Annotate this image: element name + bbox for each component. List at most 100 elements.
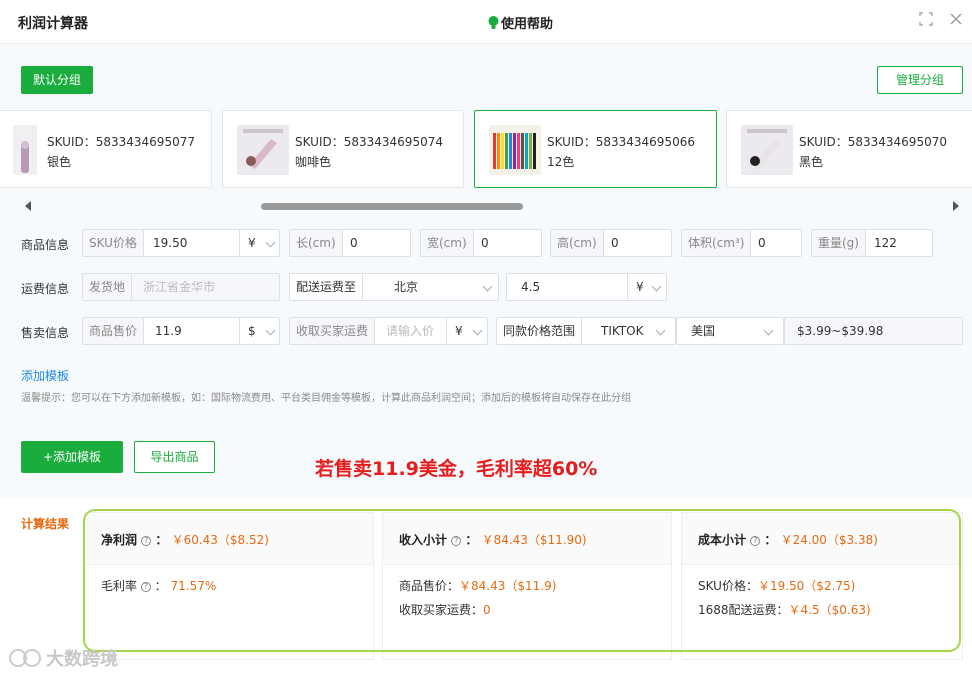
sku-color: 银色 bbox=[47, 155, 72, 169]
tip-text: 温馨提示：您可以在下方添加新模板，如：国际物流费用、平台类目佣金等模板，计算此商… bbox=[21, 393, 631, 404]
destination-value[interactable]: 北京 bbox=[394, 274, 418, 300]
buyer-shipping-input[interactable]: 请输入价 bbox=[386, 318, 434, 344]
sku-card-selected[interactable]: SKUID：5833434695066 12色 bbox=[474, 110, 717, 188]
chevron-down-icon bbox=[482, 281, 493, 292]
sku-color: 黑色 bbox=[799, 155, 824, 169]
help-icon[interactable]: ? bbox=[141, 536, 152, 546]
export-product-button[interactable]: 导出商品 bbox=[134, 441, 215, 473]
shipping-cost-result: ￥4.5（$0.63) bbox=[788, 603, 871, 617]
width-value[interactable]: 0 bbox=[481, 230, 489, 256]
income-card: 收入小计 ? ： ￥84.43（$11.90) 商品售价：￥84.43（$11.… bbox=[382, 512, 672, 660]
origin-value: 浙江省金华市 bbox=[143, 280, 216, 294]
scroll-left-icon[interactable] bbox=[24, 201, 32, 211]
add-template-button[interactable]: +添加模板 bbox=[21, 441, 123, 473]
sale-price-field[interactable]: 商品售价 11.9 $ bbox=[82, 317, 280, 345]
net-profit-card: 净利润 ? ： ￥60.43（$8.52) 毛利率 ? ： 71.57% bbox=[84, 512, 374, 660]
sku-price-result-label: SKU价格： bbox=[698, 579, 758, 593]
sale-price-value[interactable]: 11.9 bbox=[155, 318, 182, 344]
help-link[interactable]: 使用帮助 bbox=[488, 13, 553, 32]
chevron-down-icon bbox=[655, 325, 666, 336]
shipping-cost-label: 1688配送运费： bbox=[698, 603, 789, 617]
margin-label: 毛利率 bbox=[101, 579, 138, 593]
income-line-1: 商品售价：￥84.43（$11.9) bbox=[399, 577, 556, 594]
sku-price-value[interactable]: 19.50 bbox=[153, 230, 187, 256]
sale-price-addon: 商品售价 bbox=[83, 318, 145, 344]
income-line-2: 收取买家运费：0 bbox=[399, 601, 491, 618]
price-range-display: $3.99~$39.98 bbox=[784, 317, 963, 345]
help-label: 使用帮助 bbox=[501, 17, 554, 32]
fee-currency-select[interactable]: ¥ bbox=[627, 274, 667, 300]
shipping-fee-field[interactable]: 4.5 ¥ bbox=[506, 273, 667, 301]
cost-card: 成本小计 ? ： ￥24.00（$3.38) SKU价格：￥19.50（$2.7… bbox=[681, 512, 963, 660]
sku-id: SKUID：5833434695074 bbox=[295, 135, 443, 149]
margin-line: 毛利率 ? ： 71.57% bbox=[101, 579, 217, 593]
close-icon[interactable] bbox=[948, 12, 964, 28]
cost-title: 成本小计 ? ： ￥24.00（$3.38) bbox=[698, 533, 878, 547]
sku-price-result: ￥19.50（$2.75) bbox=[757, 579, 856, 593]
sku-id: SKUID：5833434695070 bbox=[799, 135, 947, 149]
sku-price-field[interactable]: SKU价格 19.50 ¥ bbox=[82, 229, 280, 257]
height-addon: 高(cm) bbox=[551, 230, 604, 256]
product-thumbnail bbox=[237, 125, 289, 175]
width-field[interactable]: 宽(cm) 0 bbox=[420, 229, 542, 257]
default-group-button[interactable]: 默认分组 bbox=[21, 66, 93, 94]
sku-card[interactable]: SKUID：5833434695074 咖啡色 bbox=[222, 110, 464, 188]
buyer-shipping-result: 0 bbox=[483, 603, 491, 617]
app-title: 利润计算器 bbox=[18, 16, 88, 32]
weight-value[interactable]: 122 bbox=[874, 230, 897, 256]
help-icon[interactable]: ? bbox=[451, 536, 462, 546]
title-bar: 利润计算器 使用帮助 bbox=[0, 0, 972, 44]
length-addon: 长(cm) bbox=[290, 230, 343, 256]
sku-card[interactable]: SKUID：5833434695070 黑色 bbox=[726, 110, 972, 188]
width-addon: 宽(cm) bbox=[421, 230, 474, 256]
headline-annotation: 若售卖11.9美金，毛利率超60% bbox=[315, 458, 598, 480]
sales-info-label: 售卖信息 bbox=[21, 326, 70, 340]
sku-currency-value: ¥ bbox=[248, 236, 256, 250]
watermark: 大数跨境 bbox=[8, 645, 118, 671]
scroll-right-icon[interactable] bbox=[952, 201, 960, 211]
price-range-addon: 同款价格范围 bbox=[497, 318, 583, 344]
card-header: 净利润 ? ： ￥60.43（$8.52) bbox=[85, 513, 373, 565]
sku-card[interactable]: SKUID：5833434695077 银色 bbox=[0, 110, 212, 188]
cost-label: 成本小计 bbox=[698, 533, 747, 547]
height-value[interactable]: 0 bbox=[611, 230, 619, 256]
platform-select[interactable]: 同款价格范围 TIKTOK bbox=[496, 317, 676, 345]
scrollbar-thumb[interactable] bbox=[261, 203, 523, 210]
product-thumbnail bbox=[13, 125, 37, 175]
price-range-value: $3.99~$39.98 bbox=[797, 324, 884, 338]
weight-field[interactable]: 重量(g) 122 bbox=[811, 229, 933, 257]
card-header: 收入小计 ? ： ￥84.43（$11.90) bbox=[383, 513, 671, 565]
volume-value[interactable]: 0 bbox=[758, 230, 766, 256]
net-profit-title: 净利润 ? ： ￥60.43（$8.52) bbox=[101, 533, 269, 547]
help-icon[interactable]: ? bbox=[140, 582, 151, 592]
buyer-shipping-field[interactable]: 收取买家运费 请输入价 ¥ bbox=[289, 317, 488, 345]
manage-group-button[interactable]: 管理分组 bbox=[877, 66, 963, 94]
country-select[interactable]: 美国 bbox=[676, 317, 784, 345]
platform-value[interactable]: TIKTOK bbox=[601, 318, 643, 344]
length-value[interactable]: 0 bbox=[350, 230, 358, 256]
add-template-link[interactable]: 添加模板 bbox=[21, 367, 69, 384]
volume-field[interactable]: 体积(cm³) 0 bbox=[681, 229, 802, 257]
sku-color: 咖啡色 bbox=[295, 155, 332, 169]
buyer-fee-currency-value: ¥ bbox=[455, 324, 463, 338]
maximize-icon[interactable] bbox=[918, 12, 934, 28]
product-thumbnail bbox=[741, 125, 793, 175]
chevron-down-icon bbox=[763, 325, 774, 336]
destination-select[interactable]: 配送运费至 北京 bbox=[289, 273, 499, 301]
shipping-fee-value[interactable]: 4.5 bbox=[521, 274, 540, 300]
income-title: 收入小计 ? ： ￥84.43（$11.90) bbox=[399, 533, 587, 547]
card-header: 成本小计 ? ： ￥24.00（$3.38) bbox=[682, 513, 962, 565]
sku-id: SKUID：5833434695077 bbox=[47, 135, 195, 149]
net-profit-value: ￥60.43（$8.52) bbox=[171, 533, 269, 547]
country-value[interactable]: 美国 bbox=[691, 318, 715, 344]
origin-addon: 发货地 bbox=[83, 274, 133, 300]
length-field[interactable]: 长(cm) 0 bbox=[289, 229, 411, 257]
height-field[interactable]: 高(cm) 0 bbox=[550, 229, 672, 257]
help-icon[interactable]: ? bbox=[750, 536, 761, 546]
buyer-shipping-label: 收取买家运费： bbox=[399, 603, 484, 617]
sku-id: SKUID：5833434695066 bbox=[547, 135, 695, 149]
cost-value: ￥24.00（$3.38) bbox=[780, 533, 878, 547]
weight-addon: 重量(g) bbox=[812, 230, 866, 256]
income-label: 收入小计 bbox=[399, 533, 448, 547]
watermark-text: 大数跨境 bbox=[46, 649, 118, 670]
